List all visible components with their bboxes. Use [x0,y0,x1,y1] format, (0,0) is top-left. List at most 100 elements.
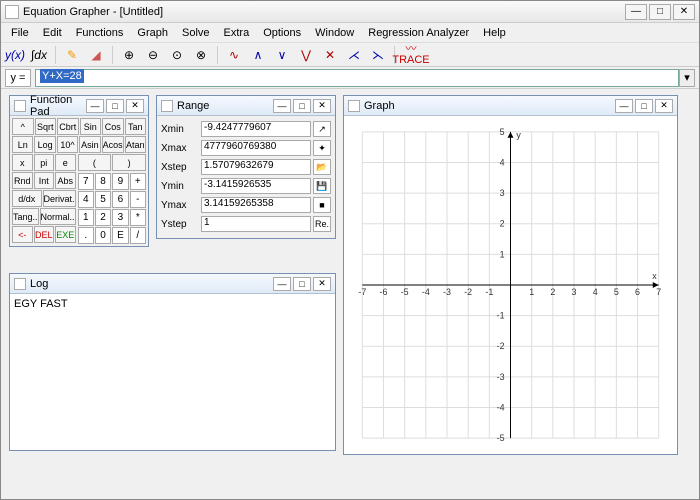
zoom-in-icon[interactable]: ⊕ [119,45,139,65]
range-tool2-icon[interactable]: ✦ [313,140,331,156]
fnpad-close-button[interactable]: ✕ [126,99,144,113]
menu-regression[interactable]: Regression Analyzer [362,25,475,41]
log-min-button[interactable]: — [273,277,291,291]
log-content[interactable]: EGY FAST [10,294,335,450]
kp-5[interactable]: 5 [95,191,111,208]
trace-icon[interactable]: 〰TRACE [401,45,421,65]
fn-tang[interactable]: Tang.. [12,208,39,225]
fn-e[interactable]: e [55,154,76,171]
kp-3[interactable]: 3 [112,209,128,226]
graph-max-button[interactable]: □ [635,99,653,113]
zoom-reset-icon[interactable]: ⊗ [191,45,211,65]
range-disk-icon[interactable]: ■ [313,197,331,213]
ystep-input[interactable]: 1 [201,216,311,232]
fn-sin[interactable]: Sin [80,118,102,135]
menu-edit[interactable]: Edit [37,25,68,41]
fn-pi[interactable]: pi [34,154,55,171]
fn-lparen[interactable]: ( [78,154,112,171]
fn-rparen[interactable]: ) [112,154,146,171]
fn-ln[interactable]: Ln [12,136,33,153]
menu-functions[interactable]: Functions [70,25,130,41]
zoom-fit-icon[interactable]: ⊙ [167,45,187,65]
fn-int[interactable]: Int [34,172,55,189]
menu-graph[interactable]: Graph [131,25,174,41]
curve2-icon[interactable]: ∧ [248,45,268,65]
curve7-icon[interactable]: ⋋ [368,45,388,65]
equation-input[interactable]: Y+X=28 [35,69,679,87]
range-open-icon[interactable]: 📂 [313,159,331,175]
menu-options[interactable]: Options [257,25,307,41]
fnpad-min-button[interactable]: — [86,99,104,113]
kp-e[interactable]: E [112,227,128,244]
zoom-out-icon[interactable]: ⊖ [143,45,163,65]
fn-asin[interactable]: Asin [79,136,100,153]
fn-back[interactable]: <- [12,226,33,243]
close-button[interactable]: ✕ [673,4,695,20]
curve5-icon[interactable]: ✕ [320,45,340,65]
range-re-button[interactable]: Re. [313,216,331,232]
ymin-input[interactable]: -3.1415926535 [201,178,311,194]
fn-exe[interactable]: EXE [55,226,76,243]
range-tool1-icon[interactable]: ↗ [313,121,331,137]
xstep-input[interactable]: 1.57079632679 [201,159,311,175]
minimize-button[interactable]: — [625,4,647,20]
log-close-button[interactable]: ✕ [313,277,331,291]
fn-10x[interactable]: 10^ [57,136,78,153]
fn-cbrt[interactable]: Cbrt [57,118,79,135]
integral-tool-icon[interactable]: ∫dx [29,45,49,65]
fn-log[interactable]: Log [34,136,55,153]
fn-cos[interactable]: Cos [102,118,124,135]
kp-1[interactable]: 1 [78,209,94,226]
kp-mult[interactable]: * [130,209,146,226]
fnpad-max-button[interactable]: □ [106,99,124,113]
kp-0[interactable]: 0 [95,227,111,244]
fn-caret[interactable]: ^ [12,118,34,135]
range-max-button[interactable]: □ [293,99,311,113]
log-max-button[interactable]: □ [293,277,311,291]
kp-dot[interactable]: . [78,227,94,244]
curve3-icon[interactable]: ∨ [272,45,292,65]
kp-9[interactable]: 9 [112,173,128,190]
fn-atan[interactable]: Atan [125,136,146,153]
fn-ddx[interactable]: d/dx [12,190,42,207]
kp-8[interactable]: 8 [95,173,111,190]
yx-tool-icon[interactable]: y(x) [5,45,25,65]
fn-acos[interactable]: Acos [102,136,124,153]
graph-close-button[interactable]: ✕ [655,99,673,113]
eraser-icon[interactable]: ◢ [86,45,106,65]
fn-tan[interactable]: Tan [125,118,147,135]
ymax-input[interactable]: 3.14159265358 [201,197,311,213]
pencil-icon[interactable]: ✎ [62,45,82,65]
fn-del[interactable]: DEL [34,226,55,243]
menu-solve[interactable]: Solve [176,25,216,41]
curve1-icon[interactable]: ∿ [224,45,244,65]
xmin-input[interactable]: -9.4247779607 [201,121,311,137]
kp-4[interactable]: 4 [78,191,94,208]
graph-min-button[interactable]: — [615,99,633,113]
fn-deriv[interactable]: Derivat. [43,190,76,207]
menu-extra[interactable]: Extra [218,25,256,41]
menu-file[interactable]: File [5,25,35,41]
kp-6[interactable]: 6 [112,191,128,208]
fn-normal[interactable]: Normal.. [40,208,76,225]
fn-abs[interactable]: Abs [55,172,76,189]
kp-plus[interactable]: + [130,173,146,190]
range-close-button[interactable]: ✕ [313,99,331,113]
kp-7[interactable]: 7 [78,173,94,190]
maximize-button[interactable]: □ [649,4,671,20]
menu-window[interactable]: Window [309,25,360,41]
xmax-input[interactable]: 4777960769380 [201,140,311,156]
curve4-icon[interactable]: ⋁ [296,45,316,65]
kp-2[interactable]: 2 [95,209,111,226]
kp-minus[interactable]: - [130,191,146,208]
fn-sqrt[interactable]: Sqrt [35,118,57,135]
dropdown-button[interactable]: ▾ [679,69,695,87]
kp-div[interactable]: / [130,227,146,244]
range-save-icon[interactable]: 💾 [313,178,331,194]
fn-x[interactable]: x [12,154,33,171]
menu-help[interactable]: Help [477,25,512,41]
curve6-icon[interactable]: ⋌ [344,45,364,65]
graph-canvas[interactable]: -7-6-5-4-3-2-11234567-5-4-3-2-112345xy [344,116,677,454]
fn-rnd[interactable]: Rnd [12,172,33,189]
range-min-button[interactable]: — [273,99,291,113]
